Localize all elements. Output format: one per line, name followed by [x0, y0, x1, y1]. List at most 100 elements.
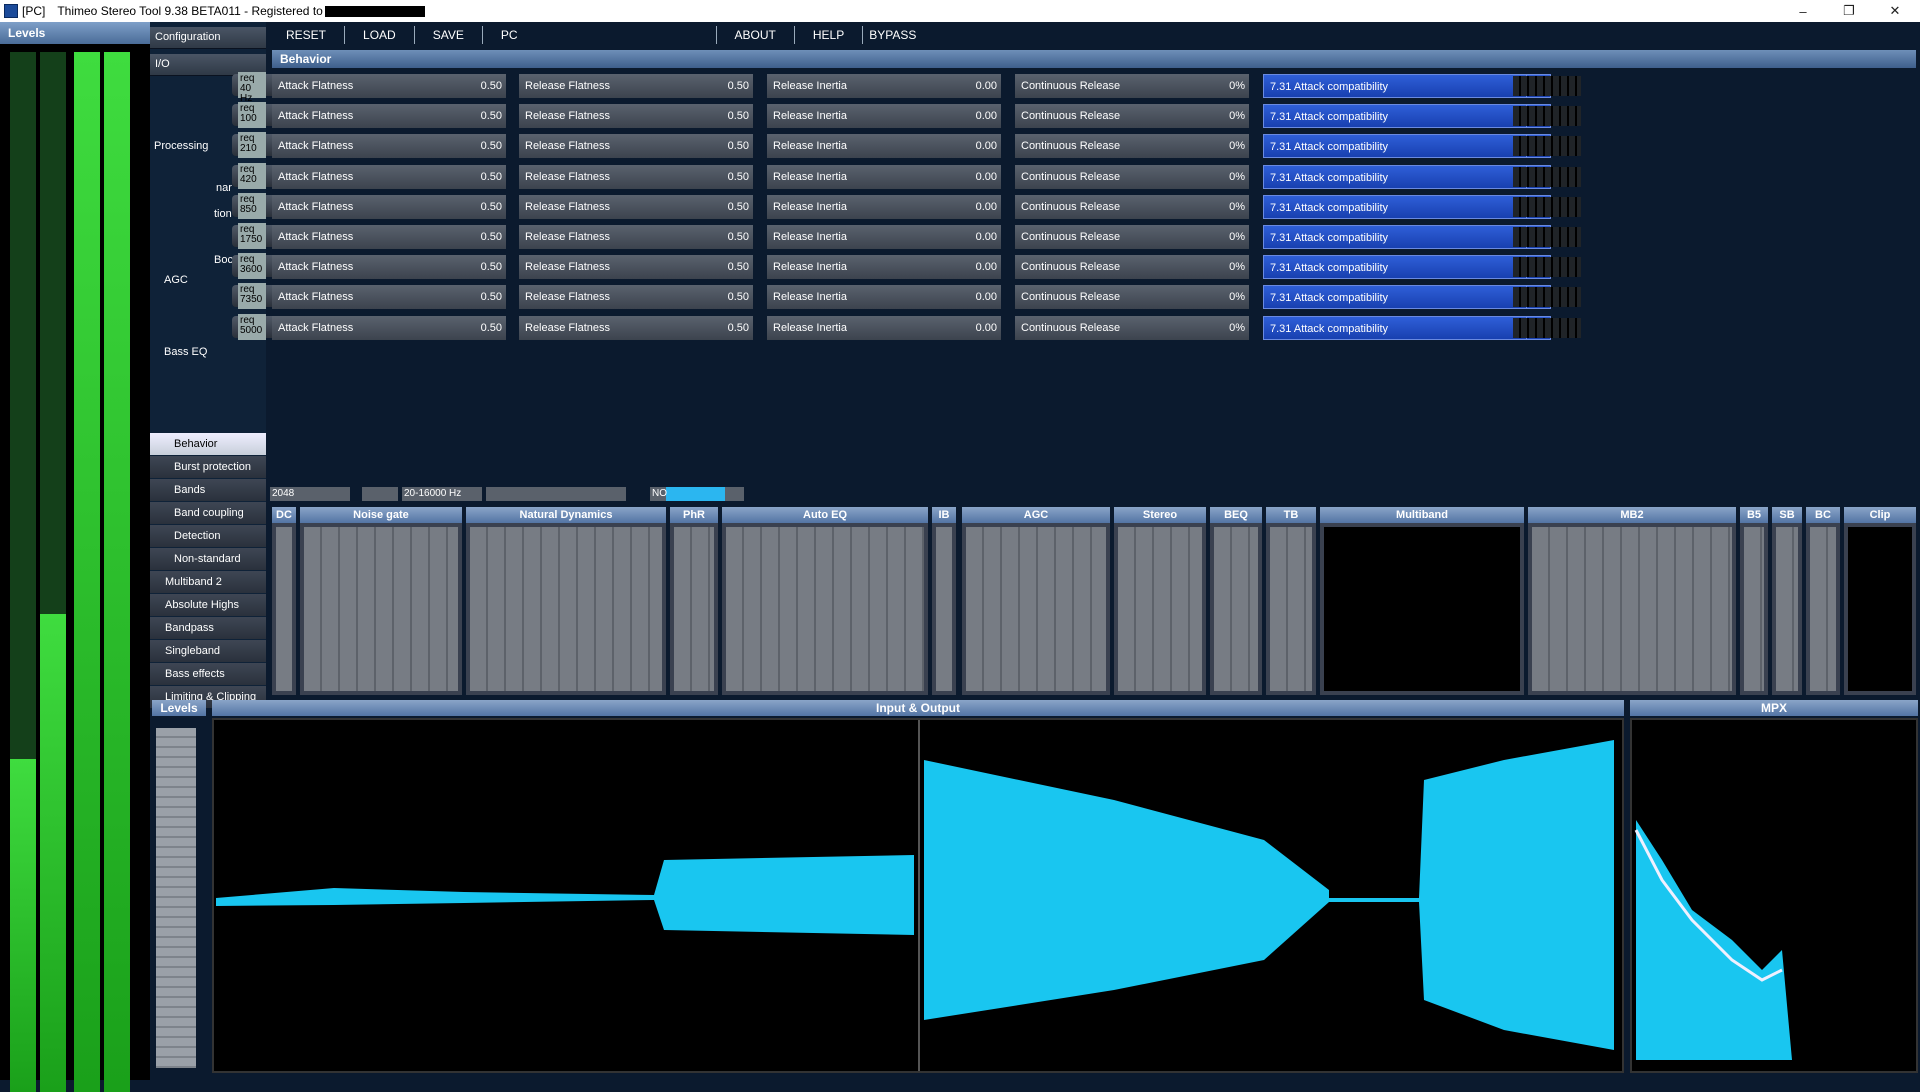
about-button[interactable]: ABOUT [715, 26, 795, 44]
continuous-slider[interactable]: Continuous Release 0% [1015, 255, 1249, 280]
module-multiband-title: Multiband [1320, 507, 1524, 523]
release-slider[interactable]: Release Flatness 0.50 [519, 285, 753, 310]
continuous-slider[interactable]: Continuous Release 0% [1015, 194, 1249, 219]
release-slider[interactable]: Release Flatness 0.50 [519, 225, 753, 249]
release-slider[interactable]: Release Flatness 0.50 [519, 104, 753, 129]
behavior-row: Mon req100 Attack Flatness0.50Release Fl… [232, 100, 1920, 130]
help-button[interactable]: HELP [795, 26, 864, 44]
release-slider[interactable]: Release Flatness 0.50 [519, 315, 753, 340]
bypass-button[interactable]: BYPASS [863, 26, 934, 44]
nav-detection[interactable]: Detection [150, 525, 266, 547]
module-noise-gate[interactable]: Noise gate [300, 507, 462, 695]
nav-agc[interactable]: AGC [164, 274, 188, 286]
attack-compat-toggle[interactable]: 7.31 Attack compatibility✔ [1263, 104, 1551, 129]
module-multiband[interactable]: Multiband [1320, 507, 1524, 695]
band-frequency: req 420 [238, 162, 266, 189]
nav-configuration[interactable]: Configuration [150, 27, 266, 49]
nav-behavior[interactable]: Behavior [150, 433, 266, 455]
attack-compat-toggle[interactable]: 7.31 Attack compatibility✔ [1263, 134, 1551, 159]
nav-processing[interactable]: Processing [154, 140, 208, 152]
release-slider[interactable]: Release Flatness 0.50 [519, 74, 753, 98]
nav-multiband-2[interactable]: Multiband 2 [150, 571, 266, 593]
inertia-slider[interactable]: Release Inertia 0.00 [767, 194, 1001, 219]
band-mini-meter [1513, 257, 1581, 278]
attack-compat-toggle[interactable]: 7.31 Attack compatibility✔ [1263, 194, 1551, 219]
continuous-slider[interactable]: Continuous Release 0% [1015, 104, 1249, 129]
attack-slider[interactable]: Attack Flatness 0.50 [272, 194, 506, 219]
attack-slider[interactable]: Attack Flatness 0.50 [272, 225, 506, 249]
attack-compat-toggle[interactable]: 7.31 Attack compatibility✔ [1263, 285, 1551, 310]
module-agc[interactable]: AGC [962, 507, 1110, 695]
nav-bass-effects[interactable]: Bass effects [150, 663, 266, 685]
attack-slider[interactable]: Attack Flatness 0.50 [272, 164, 506, 189]
inertia-slider[interactable]: Release Inertia 0.00 [767, 164, 1001, 189]
continuous-slider[interactable]: Continuous Release 0% [1015, 225, 1249, 249]
behavior-panel: Behavior Mon req40 Hz Attack Flatness0.5… [232, 50, 1920, 410]
continuous-slider[interactable]: Continuous Release 0% [1015, 74, 1249, 98]
inertia-slider[interactable]: Release Inertia 0.00 [767, 225, 1001, 249]
module-phr[interactable]: PhR [670, 507, 718, 695]
continuous-slider[interactable]: Continuous Release 0% [1015, 134, 1249, 159]
attack-slider[interactable]: Attack Flatness 0.50 [272, 255, 506, 280]
nav-partial-1[interactable]: nar [216, 182, 232, 194]
nav-burst-protection[interactable]: Burst protection [150, 456, 266, 478]
module-tb[interactable]: TB [1266, 507, 1316, 695]
save-button[interactable]: SAVE [415, 26, 483, 44]
release-slider[interactable]: Release Flatness 0.50 [519, 164, 753, 189]
load-button[interactable]: LOAD [345, 26, 415, 44]
inertia-slider[interactable]: Release Inertia 0.00 [767, 74, 1001, 98]
attack-slider[interactable]: Attack Flatness 0.50 [272, 285, 506, 310]
attack-compat-toggle[interactable]: 7.31 Attack compatibility✔ [1263, 164, 1551, 189]
pc-button[interactable]: PC [483, 26, 536, 44]
inertia-slider[interactable]: Release Inertia 0.00 [767, 285, 1001, 310]
module-clip[interactable]: Clip [1844, 507, 1916, 695]
nav-partial-2[interactable]: tion [214, 208, 232, 220]
attack-compat-toggle[interactable]: 7.31 Attack compatibility✔ [1263, 315, 1551, 340]
redacted-name [324, 5, 425, 17]
nav-bands[interactable]: Bands [150, 479, 266, 501]
module-auto-eq[interactable]: Auto EQ [722, 507, 928, 695]
module-sb[interactable]: SB [1772, 507, 1802, 695]
module-ib[interactable]: IB [932, 507, 956, 695]
inertia-slider[interactable]: Release Inertia 0.00 [767, 315, 1001, 340]
module-natural-dynamics[interactable]: Natural Dynamics [466, 507, 666, 695]
attack-slider[interactable]: Attack Flatness 0.50 [272, 315, 506, 340]
inertia-slider[interactable]: Release Inertia 0.00 [767, 104, 1001, 129]
attack-compat-toggle[interactable]: 7.31 Attack compatibility✔ [1263, 225, 1551, 249]
nav-band-coupling[interactable]: Band coupling [150, 502, 266, 524]
continuous-slider[interactable]: Continuous Release 0% [1015, 164, 1249, 189]
close-button[interactable]: ✕ [1872, 0, 1918, 22]
attack-slider[interactable]: Attack Flatness 0.50 [272, 134, 506, 159]
nav-absolute-highs[interactable]: Absolute Highs [150, 594, 266, 616]
module-beq[interactable]: BEQ [1210, 507, 1262, 695]
reset-button[interactable]: RESET [268, 26, 346, 44]
waveform-display [212, 718, 1624, 1073]
continuous-slider[interactable]: Continuous Release 0% [1015, 285, 1249, 310]
attack-compat-toggle[interactable]: 7.31 Attack compatibility✔ [1263, 255, 1551, 280]
nav-multiband-2-label: Multiband 2 [165, 576, 222, 588]
release-slider[interactable]: Release Flatness 0.50 [519, 255, 753, 280]
module-b5[interactable]: B5 [1740, 507, 1768, 695]
module-stereo[interactable]: Stereo [1114, 507, 1206, 695]
attack-slider[interactable]: Attack Flatness 0.50 [272, 104, 506, 129]
level-meter-4 [104, 52, 130, 1092]
nav-non-standard[interactable]: Non-standard [150, 548, 266, 570]
release-slider[interactable]: Release Flatness 0.50 [519, 194, 753, 219]
nav-bass-eq[interactable]: Bass EQ [164, 346, 207, 358]
maximize-button[interactable]: ❐ [1826, 0, 1872, 22]
release-slider[interactable]: Release Flatness 0.50 [519, 134, 753, 159]
continuous-slider[interactable]: Continuous Release 0% [1015, 315, 1249, 340]
inertia-slider[interactable]: Release Inertia 0.00 [767, 255, 1001, 280]
nav-partial-3[interactable]: Boc [214, 254, 233, 266]
module-b5-title: B5 [1740, 507, 1768, 523]
nav-singleband[interactable]: Singleband [150, 640, 266, 662]
module-bc[interactable]: BC [1806, 507, 1840, 695]
module-dc[interactable]: DC [272, 507, 296, 695]
attack-slider[interactable]: Attack Flatness 0.50 [272, 74, 506, 98]
inertia-slider[interactable]: Release Inertia 0.00 [767, 134, 1001, 159]
band-frequency: req 1750 [238, 223, 266, 249]
nav-bandpass[interactable]: Bandpass [150, 617, 266, 639]
minimize-button[interactable]: – [1780, 0, 1826, 22]
attack-compat-toggle[interactable]: 7.31 Attack compatibility✔ [1263, 74, 1551, 98]
module-mb2[interactable]: MB2 [1528, 507, 1736, 695]
